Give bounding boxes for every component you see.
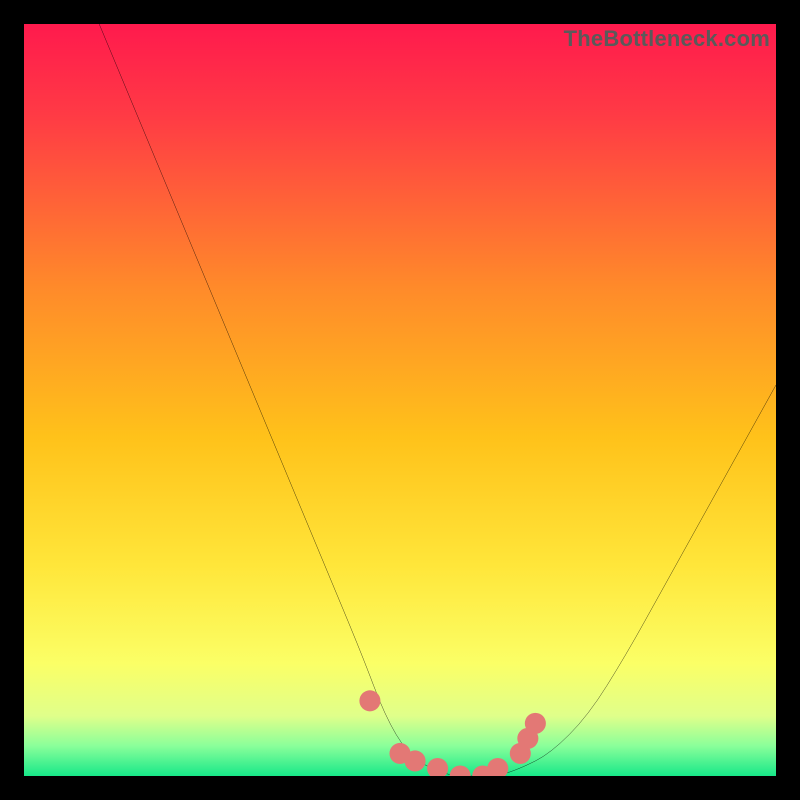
bottleneck-curve xyxy=(24,24,776,776)
chart-frame: TheBottleneck.com xyxy=(24,24,776,776)
curve-marker xyxy=(405,750,426,771)
watermark-text: TheBottleneck.com xyxy=(564,26,770,52)
curve-marker xyxy=(427,758,448,776)
curve-marker xyxy=(450,765,471,776)
curve-path xyxy=(99,24,776,776)
curve-marker xyxy=(487,758,508,776)
curve-marker xyxy=(525,713,546,734)
curve-marker xyxy=(359,690,380,711)
